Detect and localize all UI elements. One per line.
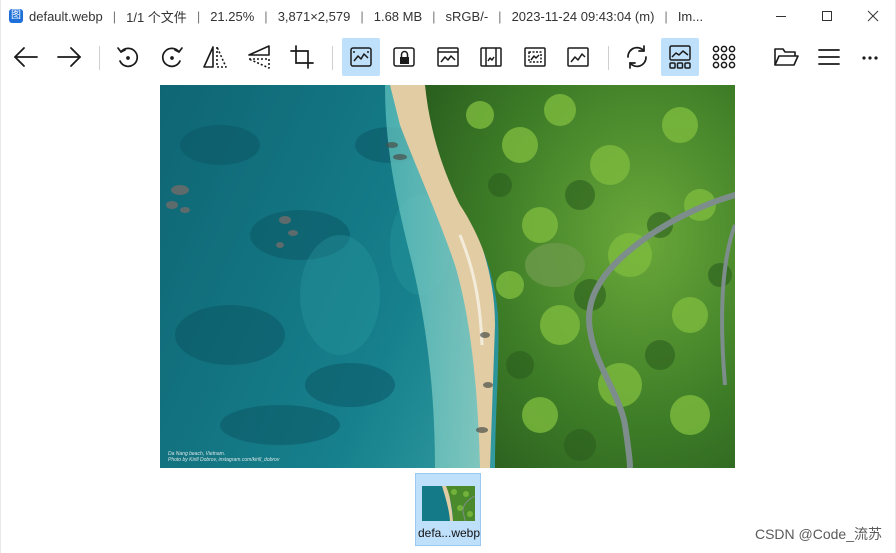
minimize-button[interactable] — [758, 0, 804, 32]
crop-icon — [290, 45, 314, 69]
title-separator: | — [360, 8, 364, 24]
app-logo-icon: 图 — [9, 9, 23, 23]
window-controls — [758, 0, 896, 32]
fit-window-icon — [524, 47, 546, 67]
beach-aerial-image — [160, 85, 735, 468]
caption-line: Photo by Kirill Dobrov, instagram.com/ki… — [168, 457, 280, 463]
thumbnail-label: defa...webp — [417, 526, 481, 540]
scale-to-fit-button[interactable] — [516, 38, 554, 76]
main-image: Da Nang beach, Vietnam. Photo by Kirill … — [160, 85, 735, 468]
title-separator: | — [664, 8, 668, 24]
title-separator: | — [498, 8, 502, 24]
close-icon — [867, 10, 879, 22]
rotate-left-button[interactable] — [109, 38, 147, 76]
scale-to-height-button[interactable] — [472, 38, 510, 76]
scale-to-fill-button[interactable] — [559, 38, 597, 76]
toolbar-divider — [608, 46, 609, 70]
title-separator: | — [196, 8, 201, 24]
thumbnail-item[interactable]: defa...webp — [415, 473, 481, 546]
close-button[interactable] — [850, 0, 896, 32]
dimensions-label: 3,871×2,579 — [277, 8, 351, 24]
flip-horizontal-icon — [203, 46, 227, 68]
colorspace-label: sRGB/- — [445, 8, 489, 24]
maximize-icon — [822, 11, 832, 21]
title-separator: | — [432, 8, 436, 24]
thumbnail-image — [422, 486, 475, 521]
more-icon — [862, 56, 878, 60]
fit-height-icon — [480, 47, 502, 67]
open-file-button[interactable] — [767, 38, 805, 76]
rotate-cw-icon — [161, 47, 183, 68]
image-caption: Da Nang beach, Vietnam. Photo by Kirill … — [168, 451, 279, 463]
arrow-left-icon — [14, 47, 38, 67]
folder-open-icon — [774, 48, 799, 66]
thumbnail-bar: defa...webp CSDN @Code_流苏 — [0, 470, 896, 553]
zoom-label: 21.25% — [210, 8, 255, 24]
back-button[interactable] — [7, 38, 45, 76]
title-bar: 图 default.webp | 1/1 个文件 | 21.25% | 3,87… — [0, 0, 896, 32]
watermark-text: CSDN @Code_流苏 — [754, 526, 882, 542]
forward-button[interactable] — [50, 38, 88, 76]
auto-zoom-button[interactable] — [342, 38, 380, 76]
refresh-button[interactable] — [618, 38, 656, 76]
grid-icon — [712, 45, 736, 69]
title-separator: | — [112, 8, 117, 24]
arrow-right-icon — [57, 47, 81, 67]
main-menu-button[interactable] — [810, 38, 848, 76]
crop-button[interactable] — [283, 38, 321, 76]
gallery-button[interactable] — [661, 38, 699, 76]
fill-window-icon — [567, 47, 589, 67]
minimize-icon — [776, 16, 786, 17]
fit-width-icon — [437, 47, 459, 67]
image-viewer[interactable]: Da Nang beach, Vietnam. Photo by Kirill … — [0, 84, 896, 470]
datetime-label: 2023-11-24 09:43:04 (m) — [511, 8, 655, 24]
flip-horizontal-button[interactable] — [196, 38, 234, 76]
scale-to-width-button[interactable] — [429, 38, 467, 76]
hamburger-menu-icon — [818, 49, 840, 65]
filesize-label: 1.68 MB — [373, 8, 423, 24]
file-index-label: 1/1 个文件 — [126, 9, 187, 25]
title-overflow-label: Im... — [677, 8, 704, 24]
flip-vertical-icon — [248, 45, 270, 69]
gallery-icon — [669, 45, 691, 69]
fit-zoom-icon — [350, 47, 372, 67]
lock-zoom-button[interactable] — [385, 38, 423, 76]
rotate-ccw-icon — [117, 47, 139, 68]
window-left-edge — [0, 0, 1, 553]
toolbar-divider — [332, 46, 333, 70]
more-button[interactable] — [851, 38, 889, 76]
grid-button[interactable] — [705, 38, 743, 76]
lock-zoom-icon — [393, 47, 415, 67]
toolbar-divider — [99, 46, 100, 70]
filename-label: default.webp — [29, 8, 103, 24]
refresh-icon — [627, 45, 647, 69]
toolbar — [0, 32, 896, 84]
rotate-right-button[interactable] — [153, 38, 191, 76]
flip-vertical-button[interactable] — [240, 38, 278, 76]
maximize-button[interactable] — [804, 0, 850, 32]
title-separator: | — [264, 8, 268, 24]
